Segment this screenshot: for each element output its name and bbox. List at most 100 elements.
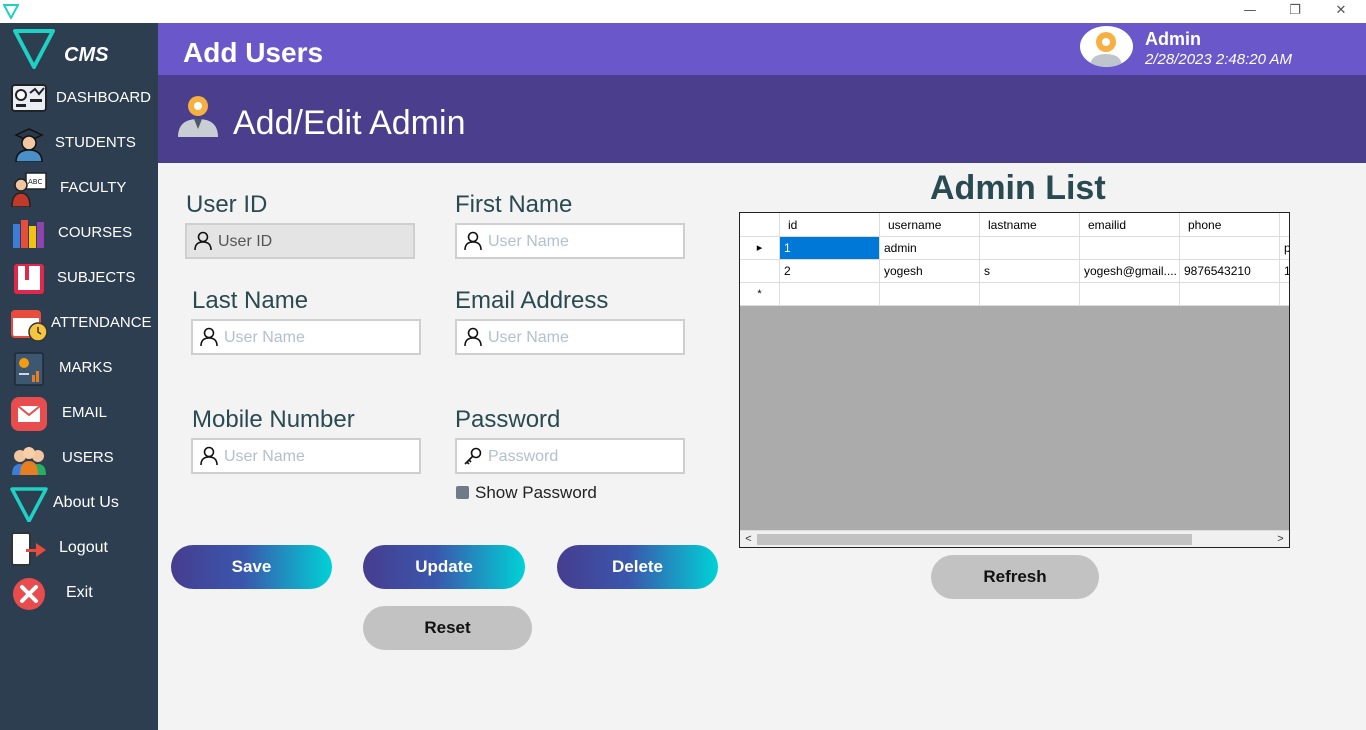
sidebar-item-marks[interactable]: MARKS: [0, 345, 158, 390]
user-icon: [464, 327, 482, 347]
books-icon: [13, 220, 44, 248]
table-cell[interactable]: s: [980, 260, 1080, 283]
column-header-lastname[interactable]: lastname: [980, 213, 1080, 237]
sidebar-item-users[interactable]: USERS: [0, 435, 158, 480]
sidebar-label: SUBJECTS: [57, 269, 136, 286]
user-icon: [464, 231, 482, 251]
sidebar-label: DASHBOARD: [56, 89, 152, 106]
sidebar-label: USERS: [62, 449, 114, 466]
column-header-emailid[interactable]: emailid: [1080, 213, 1180, 237]
first-name-field[interactable]: User Name: [455, 223, 685, 259]
row-selector[interactable]: ▸: [740, 237, 780, 260]
sidebar-item-email[interactable]: EMAIL: [0, 390, 158, 435]
table-cell[interactable]: [1080, 283, 1180, 306]
mobile-placeholder: User Name: [224, 448, 305, 465]
avatar: [1080, 26, 1133, 67]
app-logo-icon: [3, 4, 19, 19]
update-button[interactable]: Update: [363, 545, 525, 589]
logout-icon: [11, 532, 46, 566]
sidebar-item-exit[interactable]: Exit: [0, 570, 158, 615]
sidebar-label: ATTENDANCE: [51, 314, 152, 331]
sidebar-item-courses[interactable]: COURSES: [0, 210, 158, 255]
horizontal-scrollbar[interactable]: < >: [740, 530, 1289, 547]
row-selector[interactable]: *: [740, 283, 780, 306]
scroll-left-icon[interactable]: <: [740, 531, 757, 547]
password-label: Password: [455, 406, 561, 433]
brand-name: CMS: [64, 44, 109, 66]
scrollbar-thumb[interactable]: [757, 534, 1192, 545]
svg-text:ABC: ABC: [28, 178, 42, 186]
sidebar-label: STUDENTS: [55, 134, 136, 151]
logo-icon: [13, 29, 55, 69]
table-cell[interactable]: [980, 283, 1080, 306]
sidebar-label: COURSES: [58, 224, 133, 241]
admin-avatar-icon: [1090, 32, 1122, 67]
checkbox-box[interactable]: [456, 486, 469, 499]
grid-corner: [740, 213, 780, 237]
restore-icon[interactable]: ❐: [1285, 3, 1305, 19]
table-cell[interactable]: yogesh@gmail....: [1080, 260, 1180, 283]
close-icon[interactable]: ✕: [1331, 3, 1351, 19]
mobile-field[interactable]: User Name: [191, 438, 421, 474]
mobile-label: Mobile Number: [192, 406, 355, 433]
delete-button[interactable]: Delete: [557, 545, 718, 589]
email-placeholder: User Name: [488, 329, 569, 346]
sidebar-item-dashboard[interactable]: DASHBOARD: [0, 75, 158, 120]
email-field[interactable]: User Name: [455, 319, 685, 355]
column-header-overflow: [1280, 213, 1289, 237]
user-icon: [200, 446, 218, 466]
table-cell[interactable]: 9876543210: [1180, 260, 1280, 283]
sidebar-label: EMAIL: [62, 404, 108, 421]
table-cell[interactable]: p: [1280, 237, 1289, 260]
user-id-field[interactable]: User ID: [185, 223, 415, 259]
user-id-placeholder: User ID: [218, 233, 273, 250]
sidebar-item-attendance[interactable]: ATTENDANCE: [0, 300, 158, 345]
sidebar-item-faculty[interactable]: ABC FACULTY: [0, 165, 158, 210]
exit-icon: [13, 578, 45, 610]
minimize-icon[interactable]: —: [1240, 3, 1260, 19]
sidebar-item-about-us[interactable]: About Us: [0, 480, 158, 525]
sidebar: CMS DASHBOARD STUDENTS ABC FACULTY COURS…: [0, 23, 158, 730]
report-icon: [14, 352, 44, 386]
sidebar-label: About Us: [53, 494, 119, 511]
password-placeholder: Password: [488, 448, 559, 465]
table-cell[interactable]: 1: [1280, 260, 1289, 283]
user-id-label: User ID: [186, 191, 268, 218]
header: Add Users Admin 2/28/2023 2:48:20 AM: [158, 23, 1366, 75]
book-icon: [14, 264, 44, 294]
password-field[interactable]: Password: [455, 438, 685, 474]
table-cell[interactable]: [1280, 283, 1289, 306]
refresh-button[interactable]: Refresh: [931, 555, 1099, 599]
users-icon: [12, 447, 46, 475]
table-cell[interactable]: [1180, 283, 1280, 306]
column-header-username[interactable]: username: [880, 213, 980, 237]
table-cell[interactable]: [780, 283, 880, 306]
sidebar-label: MARKS: [59, 359, 113, 376]
last-name-field[interactable]: User Name: [191, 319, 421, 355]
sidebar-item-students[interactable]: STUDENTS: [0, 120, 158, 165]
row-selector[interactable]: [740, 260, 780, 283]
table-cell[interactable]: 2: [780, 260, 880, 283]
email-label: Email Address: [455, 287, 609, 314]
key-icon: [464, 447, 482, 465]
save-button[interactable]: Save: [171, 545, 332, 589]
reset-button[interactable]: Reset: [363, 606, 532, 650]
sidebar-item-subjects[interactable]: SUBJECTS: [0, 255, 158, 300]
table-cell[interactable]: [1180, 237, 1280, 260]
table-cell[interactable]: [1080, 237, 1180, 260]
admin-list-grid[interactable]: id username lastname emailid phone ▸ 1 a…: [739, 212, 1290, 548]
user-icon: [194, 231, 212, 251]
sidebar-label: Logout: [59, 539, 108, 556]
table-cell[interactable]: 1: [780, 237, 880, 260]
admin-list-title: Admin List: [930, 169, 1106, 207]
datetime: 2/28/2023 2:48:20 AM: [1145, 51, 1293, 68]
scroll-right-icon[interactable]: >: [1272, 531, 1289, 547]
table-cell[interactable]: [980, 237, 1080, 260]
table-cell[interactable]: yogesh: [880, 260, 980, 283]
column-header-phone[interactable]: phone: [1180, 213, 1280, 237]
admin-settings-icon: [178, 96, 218, 137]
table-cell[interactable]: [880, 283, 980, 306]
sidebar-item-logout[interactable]: Logout: [0, 525, 158, 570]
table-cell[interactable]: admin: [880, 237, 980, 260]
column-header-id[interactable]: id: [780, 213, 880, 237]
